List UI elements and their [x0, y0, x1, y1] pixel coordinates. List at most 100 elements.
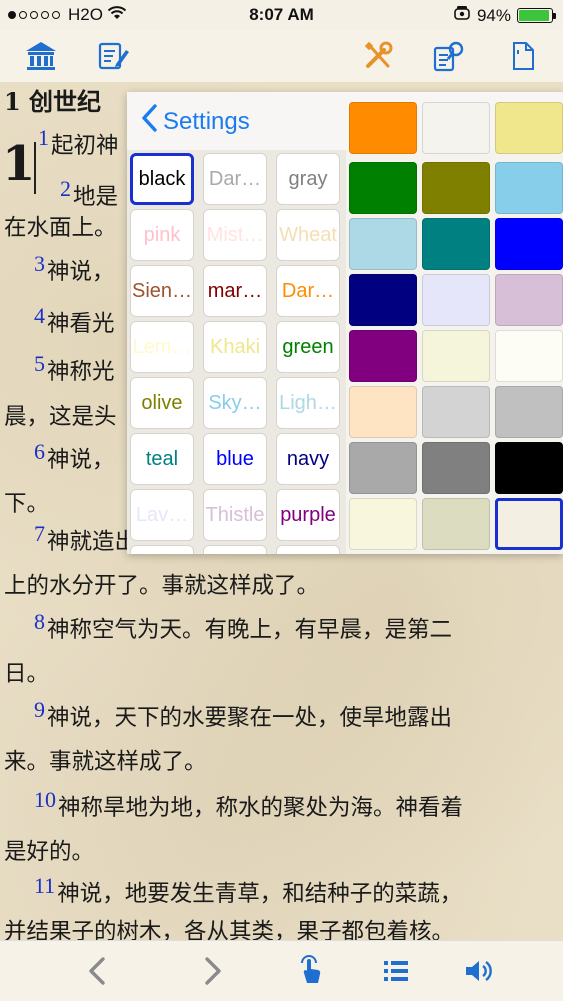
color-picker-popover: Settings black Dar… gray pink Mist… Wheat Sien…	[127, 92, 563, 554]
color-name-option[interactable]: purple	[276, 489, 340, 541]
color-swatch[interactable]	[422, 218, 490, 270]
color-swatch[interactable]	[495, 102, 563, 154]
verse-line: 晨，这是头	[4, 399, 117, 435]
top-toolbar	[0, 30, 563, 82]
verse-text: 神称空气为天。有晚上，有早晨，是第二	[47, 617, 453, 643]
color-swatch[interactable]	[349, 442, 417, 494]
back-chevron-icon[interactable]	[82, 955, 114, 987]
chapter-number: 1	[2, 136, 36, 192]
color-name-option[interactable]: olive	[130, 377, 194, 429]
verse-text: 晨，这是头	[4, 404, 117, 430]
color-swatch[interactable]	[422, 330, 490, 382]
color-name-option[interactable]	[203, 545, 267, 554]
color-swatch-grid	[346, 102, 563, 554]
color-name-option[interactable]: pink	[130, 209, 194, 261]
verse-number[interactable]: 8	[34, 609, 45, 634]
verse-text: 神说，地要发生青草，和结种子的菜蔬，	[57, 881, 463, 907]
color-name-option[interactable]	[276, 545, 340, 554]
color-swatch[interactable]	[495, 162, 563, 214]
color-name-option[interactable]: teal	[130, 433, 194, 485]
battery-icon	[517, 8, 556, 23]
verse-number[interactable]: 9	[34, 697, 45, 722]
color-name-option[interactable]: green	[276, 321, 340, 373]
color-swatch[interactable]	[349, 102, 417, 154]
color-swatch[interactable]	[495, 330, 563, 382]
verse-line: 9神说，天下的水要聚在一处，使旱地露出	[34, 697, 453, 736]
verse-text: 神说，	[47, 259, 115, 285]
color-swatch[interactable]	[495, 386, 563, 438]
notes-icon[interactable]	[96, 40, 130, 72]
touch-icon[interactable]	[296, 955, 328, 987]
color-swatch[interactable]	[349, 386, 417, 438]
verse-line: 4神看光	[34, 303, 115, 342]
verse-text: 是好的。	[4, 839, 95, 865]
search-icon[interactable]	[432, 40, 466, 72]
verse-number[interactable]: 10	[34, 787, 56, 812]
battery-percent: 94%	[476, 5, 511, 25]
color-swatch[interactable]	[422, 162, 490, 214]
verse-number[interactable]: 6	[34, 439, 45, 464]
color-name-option[interactable]: mar…	[203, 265, 267, 317]
color-name-grid: black Dar… gray pink Mist… Wheat Sien… mar… Dar……	[127, 150, 346, 554]
color-swatch[interactable]	[349, 330, 417, 382]
verse-number[interactable]: 5	[34, 351, 45, 376]
list-icon[interactable]	[380, 955, 412, 987]
verse-line: 6神说，	[34, 439, 115, 478]
status-right: 94%	[453, 5, 556, 26]
verse-number[interactable]: 3	[34, 251, 45, 276]
verse-number[interactable]: 4	[34, 303, 45, 328]
verse-line: 上的水分开了。事就这样成了。	[4, 568, 319, 604]
verse-text: 神说，天下的水要聚在一处，使旱地露出	[47, 705, 453, 731]
color-name-option[interactable]	[130, 545, 194, 554]
color-swatch[interactable]	[422, 386, 490, 438]
chevron-left-icon	[141, 104, 157, 139]
color-swatch[interactable]	[422, 498, 490, 550]
color-name-option[interactable]: Lem…	[130, 321, 194, 373]
color-swatch[interactable]	[349, 162, 417, 214]
verse-line: 5神称光	[34, 351, 115, 390]
color-swatch[interactable]	[349, 274, 417, 326]
alarm-icon	[453, 5, 471, 26]
color-name-option[interactable]: Thistle	[203, 489, 267, 541]
verse-number[interactable]: 2	[60, 176, 71, 201]
back-button[interactable]: Settings	[141, 104, 250, 139]
color-name-option[interactable]: Khaki	[203, 321, 267, 373]
color-name-option[interactable]: blue	[203, 433, 267, 485]
color-name-option[interactable]: Dar…	[276, 265, 340, 317]
verse-number[interactable]: 1	[38, 125, 49, 150]
color-swatch[interactable]	[349, 218, 417, 270]
color-swatch[interactable]	[349, 498, 417, 550]
color-name-option[interactable]: Wheat	[276, 209, 340, 261]
document-icon[interactable]	[506, 40, 540, 72]
color-name-option[interactable]: navy	[276, 433, 340, 485]
color-name-option[interactable]: Dar…	[203, 153, 267, 205]
color-swatch[interactable]	[422, 102, 490, 154]
color-swatch[interactable]	[495, 274, 563, 326]
color-name-option[interactable]: Mist…	[203, 209, 267, 261]
color-name-option[interactable]: Ligh…	[276, 377, 340, 429]
speaker-icon[interactable]	[462, 955, 494, 987]
verse-number[interactable]: 7	[34, 521, 45, 546]
library-icon[interactable]	[24, 40, 58, 72]
verse-line: 来。事就这样成了。	[4, 744, 207, 780]
color-name-option[interactable]: black	[130, 153, 194, 205]
color-swatch[interactable]	[422, 442, 490, 494]
color-swatch[interactable]	[495, 218, 563, 270]
tools-icon[interactable]	[362, 40, 396, 72]
verse-text: 下。	[4, 491, 50, 517]
verse-number[interactable]: 11	[34, 873, 55, 898]
verse-line: 10神称旱地为地，称水的聚处为海。神看着	[34, 787, 463, 826]
color-name-option[interactable]: Sien…	[130, 265, 194, 317]
color-swatch[interactable]	[422, 274, 490, 326]
color-name-option[interactable]: Sky…	[203, 377, 267, 429]
color-swatch[interactable]	[495, 442, 563, 494]
forward-chevron-icon[interactable]	[196, 955, 228, 987]
color-name-option[interactable]: gray	[276, 153, 340, 205]
verse-line: 11神说，地要发生青草，和结种子的菜蔬，	[34, 873, 463, 912]
verse-text: 来。事就这样成了。	[4, 749, 207, 775]
verse-line: 日。	[4, 656, 49, 692]
color-name-option[interactable]: Lav…	[130, 489, 194, 541]
verse-line: 在水面上。	[4, 210, 117, 246]
verse-line: 8神称空气为天。有晚上，有早晨，是第二	[34, 609, 453, 648]
color-swatch[interactable]	[495, 498, 563, 550]
